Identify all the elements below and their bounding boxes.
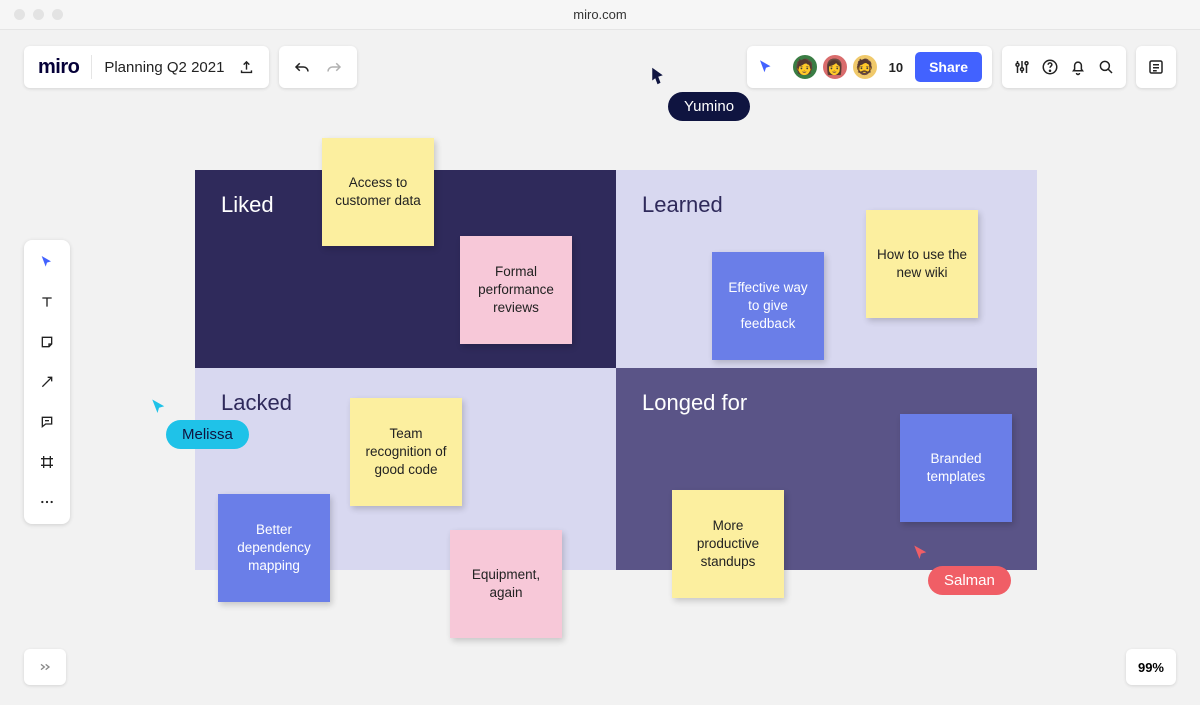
- redo-icon[interactable]: [325, 60, 343, 74]
- cursor-label: Melissa: [166, 420, 249, 449]
- window-chrome: miro.com: [0, 0, 1200, 30]
- notifications-icon[interactable]: [1068, 58, 1088, 76]
- avatar-2[interactable]: 👩: [821, 53, 849, 81]
- participant-count[interactable]: 10: [889, 60, 903, 75]
- miro-logo[interactable]: miro: [38, 56, 79, 79]
- sticky-note-tool[interactable]: [35, 330, 59, 354]
- cursor-salman: Salman: [912, 544, 1011, 595]
- sticky-new-wiki[interactable]: How to use the new wiki: [866, 210, 978, 318]
- avatar-1[interactable]: 🧑: [791, 53, 819, 81]
- quadrant-title: Learned: [642, 192, 723, 217]
- arrow-tool[interactable]: [35, 370, 59, 394]
- zoom-value: 99%: [1138, 660, 1164, 675]
- close-dot[interactable]: [14, 9, 25, 20]
- minimap-toggle[interactable]: [24, 649, 66, 685]
- text-tool[interactable]: [35, 290, 59, 314]
- sticky-team-recognition[interactable]: Team recognition of good code: [350, 398, 462, 506]
- zoom-level[interactable]: 99%: [1126, 649, 1176, 685]
- topbar-left: miro Planning Q2 2021: [24, 46, 357, 88]
- frame-tool[interactable]: [35, 450, 59, 474]
- participants-pill: 🧑 👩 🧔 10 Share: [747, 46, 992, 88]
- export-icon[interactable]: [238, 59, 255, 76]
- address-bar-text: miro.com: [573, 7, 626, 22]
- cursor-arrow-icon: [650, 66, 668, 86]
- sticky-effective-feedback[interactable]: Effective way to give feedback: [712, 252, 824, 360]
- zoom-dot[interactable]: [52, 9, 63, 20]
- share-button[interactable]: Share: [915, 52, 982, 82]
- traffic-lights: [0, 9, 63, 20]
- cursor-mode-icon[interactable]: [757, 58, 775, 76]
- actions-pill: [1002, 46, 1126, 88]
- sticky-dependency-mapping[interactable]: Better dependency mapping: [218, 494, 330, 602]
- sticky-formal-reviews[interactable]: Formal performance reviews: [460, 236, 572, 344]
- undo-redo-block: [279, 46, 357, 88]
- board-title[interactable]: Planning Q2 2021: [104, 59, 224, 76]
- cursor-label: Yumino: [668, 92, 750, 121]
- cursor-arrow-icon: [912, 544, 930, 562]
- cursor-arrow-icon: [150, 398, 168, 416]
- search-icon[interactable]: [1096, 58, 1116, 76]
- select-tool[interactable]: [35, 250, 59, 274]
- side-toolbar: [24, 240, 70, 524]
- avatar-3[interactable]: 🧔: [851, 53, 879, 81]
- sticky-equipment[interactable]: Equipment, again: [450, 530, 562, 638]
- board-header-block: miro Planning Q2 2021: [24, 46, 269, 88]
- quadrant-title: Liked: [221, 192, 274, 217]
- cursor-melissa: Melissa: [150, 398, 249, 449]
- sticky-standups[interactable]: More productive standups: [672, 490, 784, 598]
- comment-tool[interactable]: [35, 410, 59, 434]
- cursor-yumino: Yumino: [650, 66, 750, 121]
- notes-panel-button[interactable]: [1136, 46, 1176, 88]
- undo-icon[interactable]: [293, 60, 311, 74]
- sticky-branded-templates[interactable]: Branded templates: [900, 414, 1012, 522]
- sticky-access-data[interactable]: Access to customer data: [322, 138, 434, 246]
- minimize-dot[interactable]: [33, 9, 44, 20]
- topbar-right: 🧑 👩 🧔 10 Share: [747, 46, 1176, 88]
- quadrant-title: Longed for: [642, 390, 747, 415]
- settings-icon[interactable]: [1012, 58, 1032, 76]
- help-icon[interactable]: [1040, 58, 1060, 76]
- divider: [91, 55, 92, 79]
- more-tools[interactable]: [35, 490, 59, 514]
- cursor-label: Salman: [928, 566, 1011, 595]
